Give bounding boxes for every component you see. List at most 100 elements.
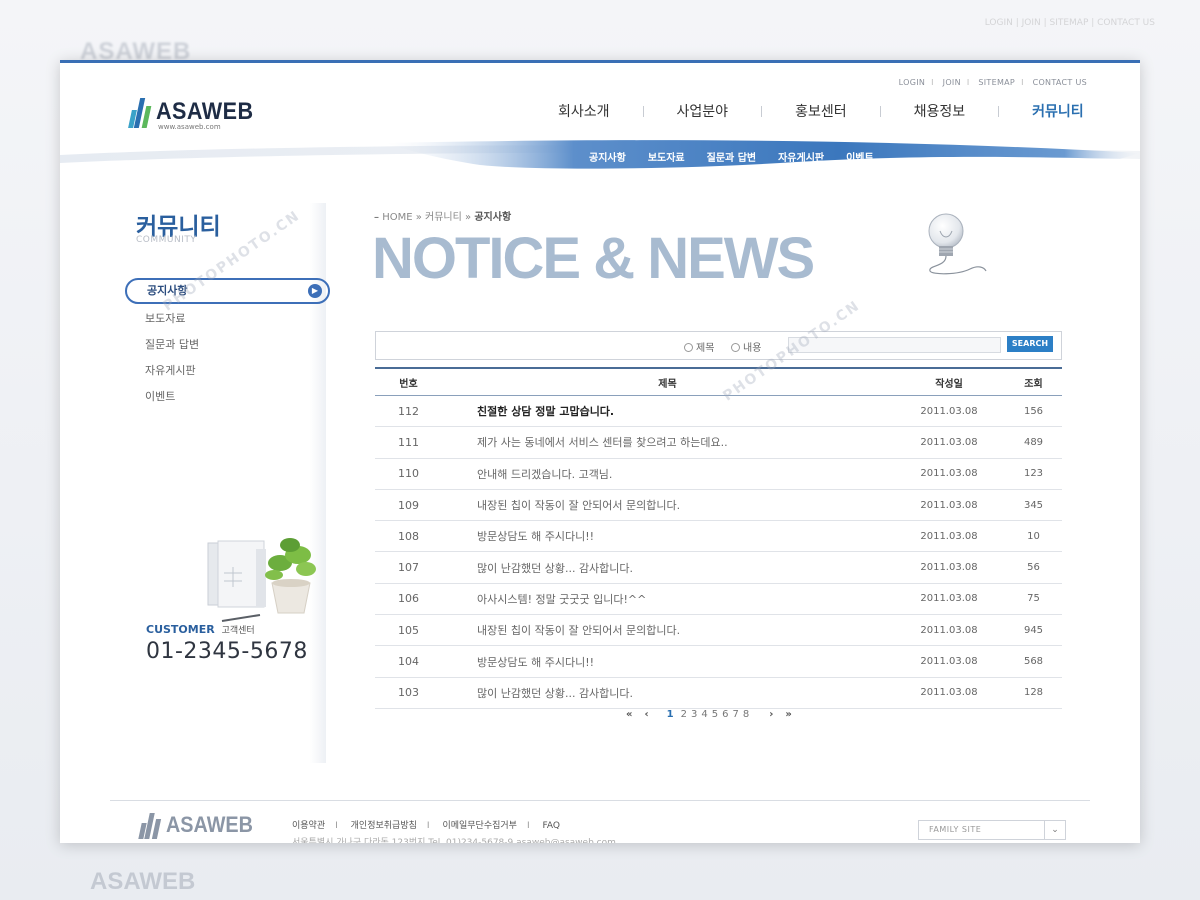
row-title-link[interactable]: 방문상담도 해 주시다니!! xyxy=(442,645,893,678)
util-links: LOGIN I JOIN I SITEMAP I CONTACT US xyxy=(898,78,1087,87)
page-number[interactable]: 2 xyxy=(679,709,689,720)
table-row[interactable]: 103 많이 난감했던 상황... 감사합니다. 2011.03.08 128 xyxy=(375,677,1062,709)
row-title-link[interactable]: 내장된 칩이 작동이 잘 안되어서 문의합니다. xyxy=(442,489,893,522)
join-link[interactable]: JOIN xyxy=(943,78,961,87)
table-row[interactable]: 105 내장된 칩이 작동이 잘 안되어서 문의합니다. 2011.03.08 945 xyxy=(375,614,1062,647)
ghost-footer-logo: ASAWEB xyxy=(90,868,196,895)
table-row[interactable]: 106 아사시스템! 정말 굿굿굿 입니다!^^ 2011.03.08 75 xyxy=(375,583,1062,616)
sidebar-item-event[interactable]: 이벤트 xyxy=(125,388,330,414)
row-title-link[interactable]: 안내해 드리겠습니다. 고객님. xyxy=(442,458,893,490)
footer-link-faq[interactable]: FAQ xyxy=(543,821,560,831)
page-title: NOTICE & NEWS xyxy=(372,226,815,291)
table-row[interactable]: 104 방문상담도 해 주시다니!! 2011.03.08 568 xyxy=(375,645,1062,678)
row-title-link[interactable]: 많이 난감했던 상황... 감사합니다. xyxy=(442,677,893,709)
sidebar-item-qna[interactable]: 질문과 답변 xyxy=(125,336,330,362)
login-link[interactable]: LOGIN xyxy=(899,78,926,87)
row-date: 2011.03.08 xyxy=(893,395,1005,428)
prev-page-icon[interactable]: ‹ xyxy=(638,709,654,720)
customer-label-ko: 고객센터 xyxy=(221,626,255,636)
last-page-icon[interactable]: » xyxy=(779,709,797,720)
sidebar-subtitle: COMMUNITY xyxy=(136,235,197,245)
family-site-select[interactable]: FAMILY SITE ⌄ xyxy=(918,820,1066,840)
plant-and-binder-illustration xyxy=(207,538,316,622)
footer-link-email-policy[interactable]: 이메일무단수집거부 xyxy=(442,821,517,831)
gnb-item-company[interactable]: 회사소개 xyxy=(525,101,643,121)
pagination: « ‹ 1 2 3 4 5 6 7 8 › » xyxy=(620,709,798,720)
row-number: 107 xyxy=(375,551,442,584)
gnb-item-community[interactable]: 커뮤니티 xyxy=(999,101,1117,121)
sidebar-item-label: 질문과 답변 xyxy=(145,338,200,351)
search-button[interactable]: SEARCH xyxy=(1007,336,1053,352)
footer-logo-mark-icon xyxy=(138,813,162,839)
page-number[interactable]: 8 xyxy=(741,709,751,720)
row-date: 2011.03.08 xyxy=(893,489,1005,522)
table-row[interactable]: 107 많이 난감했던 상황... 감사합니다. 2011.03.08 56 xyxy=(375,551,1062,584)
sitemap-link[interactable]: SITEMAP xyxy=(978,78,1015,87)
row-date: 2011.03.08 xyxy=(893,551,1005,584)
row-date: 2011.03.08 xyxy=(893,677,1005,709)
first-page-icon[interactable]: « xyxy=(620,709,638,720)
row-date: 2011.03.08 xyxy=(893,645,1005,678)
row-number: 106 xyxy=(375,583,442,616)
sidebar-item-press[interactable]: 보도자료 xyxy=(125,310,330,336)
row-number: 105 xyxy=(375,614,442,647)
page-number-current[interactable]: 1 xyxy=(665,709,679,720)
column-header-hits[interactable]: 조회 xyxy=(1005,367,1062,396)
row-number: 112 xyxy=(375,395,442,428)
search-option-title[interactable]: 제목 xyxy=(684,339,714,354)
gnb-item-pr[interactable]: 홍보센터 xyxy=(762,101,880,121)
radio-icon xyxy=(731,343,740,352)
footer-link-terms[interactable]: 이용약관 xyxy=(292,821,325,831)
page-number[interactable]: 4 xyxy=(699,709,709,720)
sidebar-item-notice[interactable]: 공지사항 ▶ xyxy=(125,278,330,304)
subnav-item-event[interactable]: 이벤트 xyxy=(835,149,885,164)
radio-icon xyxy=(684,343,693,352)
table-row[interactable]: 110 안내해 드리겠습니다. 고객님. 2011.03.08 123 xyxy=(375,458,1062,490)
row-number: 103 xyxy=(375,677,442,709)
search-option-content[interactable]: 내용 xyxy=(731,339,761,354)
subnav-item-qna[interactable]: 질문과 답변 xyxy=(696,149,767,164)
row-title-link[interactable]: 아사시스템! 정말 굿굿굿 입니다!^^ xyxy=(442,583,893,616)
subnav-item-free-board[interactable]: 자유게시판 xyxy=(767,149,835,164)
page-number[interactable]: 3 xyxy=(689,709,699,720)
sidebar-item-label: 공지사항 xyxy=(147,284,188,297)
page-number[interactable]: 7 xyxy=(730,709,740,720)
row-title-link[interactable]: 방문상담도 해 주시다니!! xyxy=(442,520,893,553)
customer-phone: 01-2345-5678 xyxy=(146,639,308,664)
logo-mark-icon xyxy=(128,98,152,128)
table-row[interactable]: 109 내장된 칩이 작동이 잘 안되어서 문의합니다. 2011.03.08 345 xyxy=(375,489,1062,522)
row-title-link[interactable]: 내장된 칩이 작동이 잘 안되어서 문의합니다. xyxy=(442,614,893,647)
table-row[interactable]: 112 친절한 상담 정말 고맙습니다. 2011.03.08 156 xyxy=(375,395,1062,428)
table-row[interactable]: 111 제가 사는 동네에서 서비스 센터를 찾으려고 하는데요.. 2011.03… xyxy=(375,426,1062,459)
page-number[interactable]: 5 xyxy=(710,709,720,720)
global-nav: 회사소개 사업분야 홍보센터 채용정보 커뮤니티 xyxy=(525,101,1117,121)
column-header-title[interactable]: 제목 xyxy=(442,367,893,396)
search-option-title-label: 제목 xyxy=(696,343,715,354)
row-hits: 489 xyxy=(1005,426,1062,459)
subnav-item-notice[interactable]: 공지사항 xyxy=(578,149,637,164)
next-page-icon[interactable]: › xyxy=(763,709,779,720)
search-input[interactable] xyxy=(788,337,1001,353)
row-date: 2011.03.08 xyxy=(893,458,1005,490)
footer-link-privacy[interactable]: 개인정보취급방침 xyxy=(351,821,417,831)
row-hits: 345 xyxy=(1005,489,1062,522)
gnb-item-business[interactable]: 사업분야 xyxy=(644,101,762,121)
column-header-number[interactable]: 번호 xyxy=(375,367,442,396)
table-row[interactable]: 108 방문상담도 해 주시다니!! 2011.03.08 10 xyxy=(375,520,1062,553)
subnav-item-press[interactable]: 보도자료 xyxy=(637,149,696,164)
chevron-down-icon[interactable]: ⌄ xyxy=(1044,821,1065,839)
gnb-item-recruit[interactable]: 채용정보 xyxy=(881,101,999,121)
sidebar-item-free-board[interactable]: 자유게시판 xyxy=(125,362,330,388)
row-number: 108 xyxy=(375,520,442,553)
page-number[interactable]: 6 xyxy=(720,709,730,720)
row-title-link[interactable]: 많이 난감했던 상황... 감사합니다. xyxy=(442,551,893,584)
column-header-date[interactable]: 작성일 xyxy=(893,367,1005,396)
family-site-label: FAMILY SITE xyxy=(929,825,982,834)
contact-us-link[interactable]: CONTACT US xyxy=(1033,78,1087,87)
breadcrumb-section[interactable]: 커뮤니티 xyxy=(425,212,462,223)
breadcrumb-home[interactable]: HOME xyxy=(382,212,412,223)
row-title-link[interactable]: 친절한 상담 정말 고맙습니다. xyxy=(442,395,893,428)
row-hits: 123 xyxy=(1005,458,1062,490)
row-title-link[interactable]: 제가 사는 동네에서 서비스 센터를 찾으려고 하는데요.. xyxy=(442,426,893,459)
page-card: LOGIN I JOIN I SITEMAP I CONTACT US ASAWEB … xyxy=(60,60,1140,843)
